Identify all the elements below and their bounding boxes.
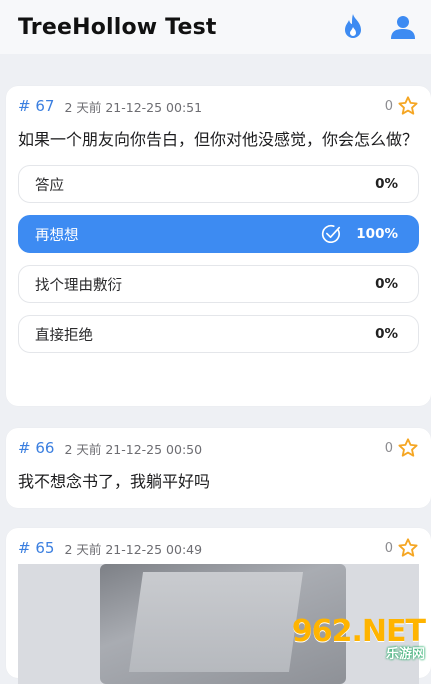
- photo-screen: [128, 572, 304, 672]
- post-timestamp: 2 天前 21-12-25 00:49: [64, 541, 203, 557]
- vote-option-percent: 0%: [375, 326, 398, 342]
- watermark-sub: 乐游网: [385, 647, 425, 662]
- post-meta: # 65 2 天前 21-12-25 00:49 0: [18, 528, 419, 568]
- app-header: TreeHollow Test: [0, 0, 431, 54]
- vote-option-percent: 0%: [375, 176, 398, 192]
- post-id[interactable]: # 65: [18, 539, 54, 557]
- vote-option-label: 答应: [35, 177, 64, 194]
- star-icon[interactable]: [397, 537, 419, 559]
- star-icon[interactable]: [397, 95, 419, 117]
- app-title: TreeHollow Test: [18, 14, 217, 40]
- vote-option-selected[interactable]: 再想想 100%: [18, 215, 419, 253]
- post-card[interactable]: # 66 2 天前 21-12-25 00:50 0 我不想念书了，我躺平好吗: [6, 428, 431, 508]
- post-text: 我不想念书了，我躺平好吗: [18, 472, 211, 491]
- vote-option-label: 找个理由敷衍: [35, 277, 122, 294]
- post-timestamp: 2 天前 21-12-25 00:51: [64, 99, 203, 115]
- post-card[interactable]: # 67 2 天前 21-12-25 00:51 0 如果一个朋友向你告白，但你…: [6, 86, 431, 406]
- post-text: 如果一个朋友向你告白，但你对他没感觉，你会怎么做？: [18, 130, 419, 149]
- post-meta: # 66 2 天前 21-12-25 00:50 0: [18, 428, 419, 468]
- star-icon[interactable]: [397, 437, 419, 459]
- vote-option-percent: 100%: [356, 226, 398, 242]
- vote-option-label: 再想想: [35, 227, 79, 244]
- post-timestamp: 2 天前 21-12-25 00:50: [64, 441, 203, 457]
- vote-option-label: 直接拒绝: [35, 327, 93, 344]
- post-id[interactable]: # 67: [18, 97, 54, 115]
- vote-option[interactable]: 答应 0%: [18, 165, 419, 203]
- post-id[interactable]: # 66: [18, 439, 54, 457]
- post-meta: # 67 2 天前 21-12-25 00:51 0: [18, 86, 419, 126]
- like-count: 0: [384, 540, 393, 556]
- hot-flame-icon[interactable]: [339, 13, 367, 41]
- vote-option[interactable]: 直接拒绝 0%: [18, 315, 419, 353]
- like-count: 0: [384, 440, 393, 456]
- check-circle-icon: [322, 224, 341, 243]
- site-watermark: 962.NET 乐游网: [292, 614, 426, 662]
- vote-option-percent: 0%: [375, 276, 398, 292]
- user-profile-icon[interactable]: [389, 13, 417, 41]
- vote-option[interactable]: 找个理由敷衍 0%: [18, 265, 419, 303]
- like-count: 0: [384, 98, 393, 114]
